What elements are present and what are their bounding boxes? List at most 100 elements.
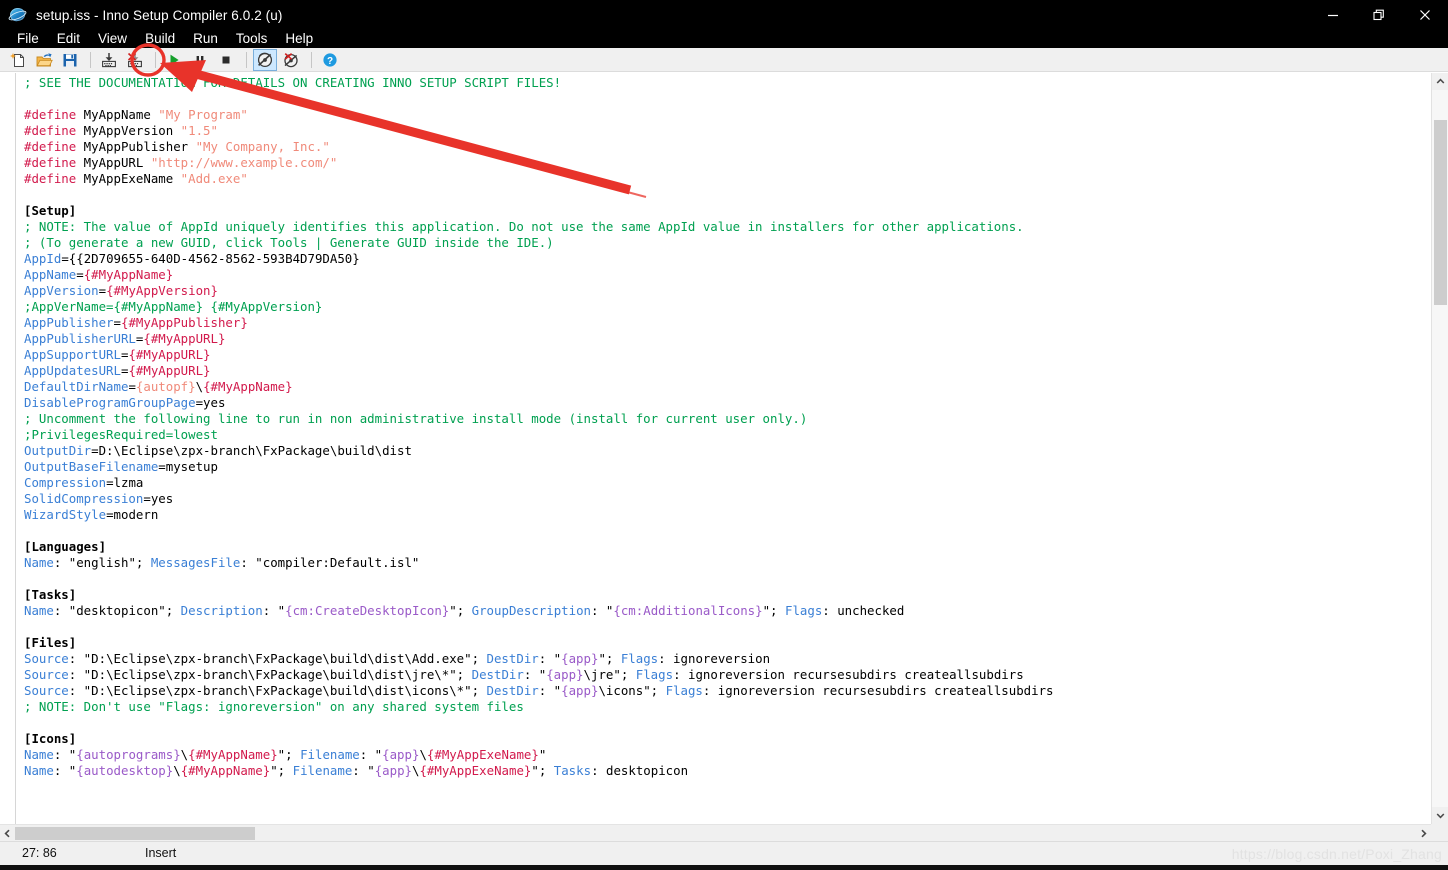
restore-icon[interactable] (1356, 0, 1402, 30)
code-token: Filename (292, 763, 353, 778)
code-token: AppSupportURL (24, 347, 121, 362)
code-token: = (76, 267, 84, 282)
code-line: [Icons] (24, 731, 1054, 747)
code-token: =modern (106, 507, 159, 522)
code-token: Filename (300, 747, 360, 762)
code-line: AppVersion={#MyAppVersion} (24, 283, 1054, 299)
chevron-left-icon[interactable] (0, 825, 15, 842)
code-line: #define MyAppPublisher "My Company, Inc.… (24, 139, 1054, 155)
code-line: OutputBaseFilename=mysetup (24, 459, 1054, 475)
code-token: {app} (561, 651, 599, 666)
code-token: [Languages] (24, 539, 107, 554)
code-token: {cm:AdditionalIcons} (613, 603, 763, 618)
menu-item-edit[interactable]: Edit (48, 30, 89, 48)
code-line: Compression=lzma (24, 475, 1054, 491)
code-token: DefaultDirName (24, 379, 129, 394)
code-token: : "desktopicon"; (53, 603, 181, 618)
code-line: ; NOTE: The value of AppId uniquely iden… (24, 219, 1054, 235)
menu-item-tools[interactable]: Tools (227, 30, 277, 48)
watermark-text: https://blog.csdn.net/Poxi_Zhang (1231, 846, 1442, 862)
code-token: {cm:CreateDesktopIcon} (285, 603, 450, 618)
code-token: ;PrivilegesRequired=lowest (24, 427, 218, 442)
open-file-icon[interactable] (32, 49, 56, 71)
chevron-up-icon[interactable] (1432, 73, 1448, 90)
code-line: ;AppVerName={#MyAppName} {#MyAppVersion} (24, 299, 1054, 315)
code-token: {app} (382, 747, 420, 762)
code-line: [Languages] (24, 539, 1054, 555)
save-file-icon[interactable] (58, 49, 82, 71)
code-token: {app} (374, 763, 412, 778)
chevron-right-icon[interactable] (1416, 825, 1431, 842)
code-token: Name (24, 747, 54, 762)
menu-bar: File Edit View Build Run Tools Help (0, 30, 1448, 48)
code-token: "My Program" (158, 107, 248, 122)
code-line: #define MyAppVersion "1.5" (24, 123, 1054, 139)
code-token: : "D:\Eclipse\zpx-branch\FxPackage\build… (68, 667, 472, 682)
code-line: Name: "{autoprograms}\{#MyAppName}"; Fil… (24, 747, 1054, 763)
code-token: {#MyAppName} (180, 763, 271, 778)
vertical-scrollbar[interactable] (1431, 73, 1448, 824)
code-token: WizardStyle (24, 507, 107, 522)
pause-icon[interactable] (188, 49, 212, 71)
code-token: "My Company, Inc." (195, 139, 330, 154)
new-file-icon[interactable] (6, 49, 30, 71)
code-token: {autoprograms} (76, 747, 181, 762)
code-token: {#MyAppName} (83, 267, 174, 282)
code-line: Name: "{autodesktop}\{#MyAppName}"; File… (24, 763, 1054, 779)
code-token: "; (270, 763, 293, 778)
code-line: OutputDir=D:\Eclipse\zpx-branch\FxPackag… (24, 443, 1054, 459)
menu-item-file[interactable]: File (8, 30, 48, 48)
menu-item-run[interactable]: Run (184, 30, 227, 48)
svg-text:?: ? (327, 56, 333, 67)
compile-icon[interactable] (97, 49, 121, 71)
target-uninstall-icon[interactable] (279, 49, 303, 71)
target-setup-icon[interactable] (253, 48, 277, 71)
code-token: : " (591, 603, 614, 618)
code-token: DestDir (486, 683, 539, 698)
vertical-scroll-thumb[interactable] (1434, 120, 1447, 305)
code-token: Source (24, 683, 69, 698)
code-token: [Tasks] (24, 587, 77, 602)
minimize-icon[interactable] (1310, 0, 1356, 30)
code-token: {#MyAppPublisher} (121, 315, 248, 330)
menu-item-help[interactable]: Help (276, 30, 322, 48)
code-token: : unchecked (822, 603, 905, 618)
main-toolbar: ? (0, 48, 1448, 72)
code-token: #define (24, 107, 77, 122)
code-editor[interactable]: ; SEE THE DOCUMENTATION FOR DETAILS ON C… (0, 73, 1448, 824)
code-token: "; (449, 603, 472, 618)
code-line: ; SEE THE DOCUMENTATION FOR DETAILS ON C… (24, 75, 1054, 91)
code-token: Flags (784, 603, 823, 618)
code-token: "; (531, 763, 554, 778)
code-token: #define (24, 171, 77, 186)
horizontal-scroll-thumb[interactable] (15, 827, 255, 840)
code-token: AppId (24, 251, 62, 266)
editor-code-text[interactable]: ; SEE THE DOCUMENTATION FOR DETAILS ON C… (24, 75, 1054, 779)
code-token: Source (24, 651, 69, 666)
code-token: {#MyAppURL} (143, 331, 226, 346)
toolbar-separator (155, 51, 156, 68)
menu-item-view[interactable]: View (89, 30, 136, 48)
help-icon[interactable]: ? (318, 49, 342, 71)
code-token: : " (523, 667, 547, 682)
run-play-icon[interactable] (162, 49, 186, 71)
code-token: \icons"; (598, 683, 666, 698)
stop-icon[interactable] (214, 49, 238, 71)
chevron-down-icon[interactable] (1432, 807, 1448, 824)
code-token: = (113, 315, 121, 330)
code-token: SolidCompression (24, 491, 144, 506)
close-icon[interactable] (1402, 0, 1448, 30)
vertical-scroll-track[interactable] (1432, 90, 1448, 807)
taskbar-sliver (0, 865, 1448, 870)
code-token: : ignoreversion recursesubdirs createall… (702, 683, 1054, 698)
menu-item-build[interactable]: Build (136, 30, 184, 48)
code-token: ; Uncomment the following line to run in… (24, 411, 808, 426)
compile-stop-icon[interactable] (123, 49, 147, 71)
horizontal-scrollbar[interactable] (0, 824, 1431, 841)
code-line: AppUpdatesURL={#MyAppURL} (24, 363, 1054, 379)
code-token: MyAppURL (76, 155, 151, 170)
code-token: "; (762, 603, 785, 618)
code-line: Source: "D:\Eclipse\zpx-branch\FxPackage… (24, 651, 1054, 667)
